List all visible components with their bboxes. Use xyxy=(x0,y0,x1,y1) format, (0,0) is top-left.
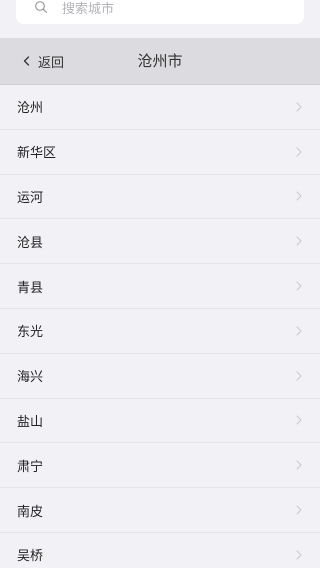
district-label: 盐山 xyxy=(17,414,44,430)
search-input[interactable]: 搜索城市 xyxy=(16,0,304,24)
search-area: 搜索城市 xyxy=(0,0,320,38)
nav-header: 返回 沧州市 xyxy=(0,38,320,85)
chevron-right-icon xyxy=(296,147,302,157)
chevron-right-icon xyxy=(296,371,302,381)
district-label: 沧州 xyxy=(17,101,44,117)
list-item[interactable]: 沧州 xyxy=(0,85,320,130)
list-item[interactable]: 东光 xyxy=(0,309,320,354)
district-label: 青县 xyxy=(17,280,44,296)
chevron-right-icon xyxy=(296,550,302,560)
chevron-right-icon xyxy=(296,505,302,515)
list-item[interactable]: 海兴 xyxy=(0,354,320,399)
list-item[interactable]: 青县 xyxy=(0,264,320,309)
chevron-right-icon xyxy=(296,460,302,470)
page-title: 沧州市 xyxy=(137,52,183,70)
district-list: 沧州新华区运河沧县青县东光海兴盐山肃宁南皮吴桥 xyxy=(0,85,320,568)
chevron-right-icon xyxy=(296,102,302,112)
district-label: 沧县 xyxy=(17,235,44,251)
chevron-right-icon xyxy=(296,191,302,201)
district-label: 南皮 xyxy=(17,504,44,520)
list-item[interactable]: 盐山 xyxy=(0,399,320,444)
list-item[interactable]: 沧县 xyxy=(0,219,320,265)
chevron-right-icon xyxy=(296,281,302,291)
list-item[interactable]: 新华区 xyxy=(0,130,320,175)
district-label: 肃宁 xyxy=(17,459,44,475)
chevron-right-icon xyxy=(296,326,302,336)
district-label: 新华区 xyxy=(17,146,57,162)
list-item[interactable]: 南皮 xyxy=(0,488,320,533)
search-icon xyxy=(35,1,48,14)
city-picker-screen: 搜索城市 返回 沧州市 沧州新华区运河沧县青县东光海兴盐山肃宁南皮吴桥 xyxy=(0,0,320,568)
district-label: 海兴 xyxy=(17,370,44,386)
district-label: 东光 xyxy=(17,325,44,341)
list-item[interactable]: 运河 xyxy=(0,175,320,220)
chevron-right-icon xyxy=(296,415,302,425)
list-item[interactable]: 肃宁 xyxy=(0,443,320,489)
chevron-right-icon xyxy=(296,236,302,246)
district-label: 吴桥 xyxy=(17,549,44,565)
search-placeholder: 搜索城市 xyxy=(62,1,115,17)
list-item[interactable]: 吴桥 xyxy=(0,533,320,568)
district-label: 运河 xyxy=(17,190,44,206)
